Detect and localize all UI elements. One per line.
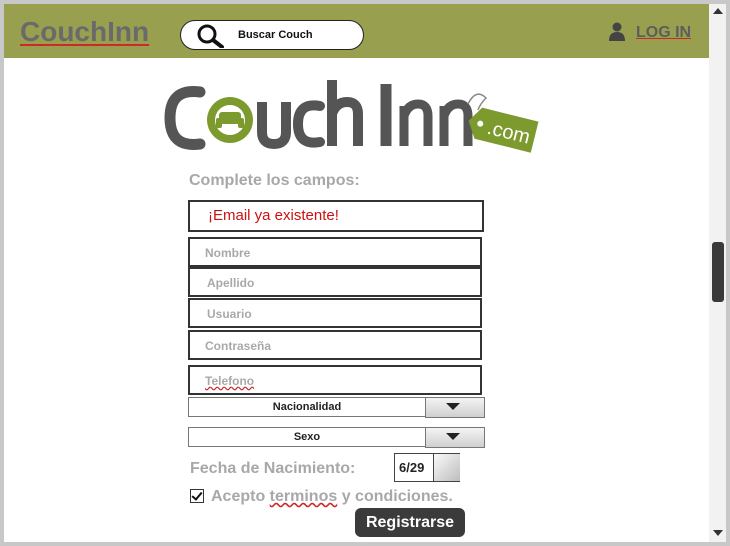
dob-label: Fecha de Nacimiento: — [190, 460, 356, 477]
usuario-field[interactable]: Usuario — [188, 298, 482, 328]
login-link[interactable]: LOG IN — [608, 22, 691, 47]
sexo-select[interactable]: Sexo — [188, 427, 485, 448]
search-input[interactable]: Buscar Couch — [238, 29, 313, 41]
dob-date-input[interactable]: 6/29 — [394, 453, 460, 482]
form-heading: Complete los campos: — [189, 172, 360, 189]
nacionalidad-value: Nacionalidad — [272, 401, 342, 413]
date-picker-button[interactable] — [433, 454, 460, 481]
contrasena-placeholder: Contraseña — [205, 339, 272, 353]
dob-value[interactable]: 6/29 — [399, 460, 424, 475]
chevron-down-icon — [446, 403, 460, 410]
nombre-field[interactable]: Nombre — [188, 237, 482, 267]
top-navbar: CouchInn Buscar Couch LOG IN — [4, 4, 709, 58]
contrasena-field[interactable]: Contraseña — [188, 330, 482, 360]
telefono-field[interactable]: Telefono — [188, 365, 482, 395]
telefono-placeholder: Telefono — [205, 374, 255, 388]
login-label[interactable]: LOG IN — [636, 24, 691, 42]
sexo-value: Sexo — [293, 431, 321, 443]
user-icon — [608, 22, 626, 46]
scroll-up-icon[interactable] — [713, 8, 723, 14]
brand-link[interactable]: CouchInn — [20, 16, 149, 48]
couchinn-logo: .com — [164, 74, 544, 169]
browser-window: CouchInn Buscar Couch LOG IN .com Comple… — [4, 4, 726, 542]
scrollbar-thumb[interactable] — [712, 242, 724, 302]
vertical-scrollbar[interactable] — [709, 4, 726, 542]
search-icon[interactable] — [195, 24, 225, 53]
nacionalidad-select[interactable]: Nacionalidad — [188, 397, 485, 418]
usuario-placeholder: Usuario — [207, 307, 252, 321]
apellido-field[interactable]: Apellido — [188, 267, 482, 297]
scroll-down-icon[interactable] — [713, 530, 723, 536]
nombre-placeholder: Nombre — [205, 246, 251, 260]
apellido-placeholder: Apellido — [207, 276, 255, 290]
terms-label[interactable]: Acepto terminos y condiciones. — [211, 488, 453, 506]
terms-word[interactable]: terminos — [270, 488, 338, 505]
terms-suffix: y condiciones. — [337, 488, 453, 505]
register-button[interactable]: Registrarse — [355, 508, 465, 537]
terms-checkbox[interactable] — [190, 489, 204, 503]
email-error-box: ¡Email ya existente! — [188, 200, 484, 232]
email-error-message: ¡Email ya existente! — [208, 207, 339, 224]
search-bar[interactable]: Buscar Couch — [180, 20, 364, 50]
sexo-dropdown-button[interactable] — [425, 427, 485, 448]
chevron-down-icon — [446, 433, 460, 440]
nacionalidad-dropdown-button[interactable] — [425, 397, 485, 418]
terms-prefix: Acepto — [211, 488, 270, 505]
